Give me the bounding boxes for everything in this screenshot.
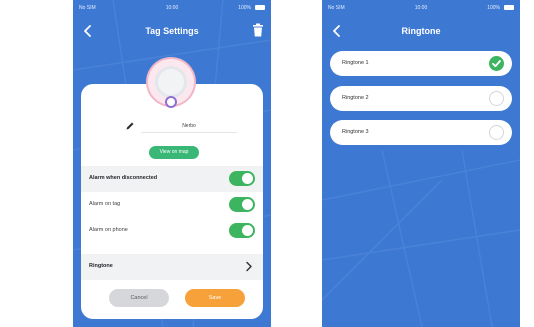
chevron-right-icon <box>246 261 252 272</box>
battery-icon <box>504 5 514 10</box>
alarm-on-phone-toggle[interactable] <box>229 223 255 238</box>
checkmark-icon <box>492 60 501 68</box>
setting-label: Alarm when disconnected <box>89 175 158 181</box>
tag-settings-screen: No SIM 10:00 100% Tag Settings Nerbo Vie… <box>73 0 271 327</box>
trash-icon[interactable] <box>252 23 264 37</box>
page-title: Ringtone <box>401 26 441 36</box>
map-background <box>322 149 520 327</box>
status-bar: No SIM 10:00 100% <box>328 3 514 13</box>
toggle-knob <box>242 199 253 210</box>
clock-text: 10:00 <box>165 5 179 11</box>
status-bar: No SIM 10:00 100% <box>79 3 265 13</box>
page-title: Tag Settings <box>145 26 199 36</box>
unselected-radio[interactable] <box>489 125 504 140</box>
unselected-radio[interactable] <box>489 91 504 106</box>
ringtone-option-label: Ringtone 3 <box>342 129 369 135</box>
ringtone-option-label: Ringtone 1 <box>342 60 369 66</box>
battery-icon <box>255 5 265 10</box>
cancel-button[interactable]: Cancel <box>109 289 169 307</box>
nav-bar: Tag Settings <box>73 18 271 46</box>
setting-label: Alarm on phone <box>89 227 128 233</box>
setting-row-alarm-tag: Alarm on tag <box>81 192 263 218</box>
selected-radio[interactable] <box>489 56 504 71</box>
tag-name-row: Nerbo <box>125 120 237 134</box>
tag-avatar <box>148 59 194 106</box>
setting-label: Alarm on tag <box>89 201 121 207</box>
tag-device-image <box>155 66 187 98</box>
ringtone-option-2[interactable]: Ringtone 2 <box>330 86 512 111</box>
ringtone-row-label: Ringtone <box>89 263 113 269</box>
view-on-map-button[interactable]: View on map <box>149 146 199 159</box>
toggle-knob <box>242 225 253 236</box>
alarm-disconnected-toggle[interactable] <box>229 171 255 186</box>
battery-percent: 100% <box>238 5 251 11</box>
setting-row-alarm-disconnected: Alarm when disconnected <box>81 166 263 192</box>
ringtone-option-label: Ringtone 2 <box>342 95 369 101</box>
nav-bar: Ringtone <box>322 18 520 46</box>
pencil-icon[interactable] <box>125 121 135 131</box>
clock-text: 10:00 <box>414 5 428 11</box>
tag-name-input[interactable]: Nerbo <box>141 120 237 133</box>
ringtone-row[interactable]: Ringtone <box>81 254 263 280</box>
ringtone-screen: No SIM 10:00 100% Ringtone Ringtone 1 Ri… <box>322 0 520 327</box>
alarm-on-tag-toggle[interactable] <box>229 197 255 212</box>
settings-card: Nerbo View on map Alarm when disconnecte… <box>81 84 263 319</box>
ringtone-option-3[interactable]: Ringtone 3 <box>330 120 512 145</box>
tag-status-dot <box>167 98 175 106</box>
battery-percent: 100% <box>487 5 500 11</box>
setting-row-alarm-phone: Alarm on phone <box>81 218 263 244</box>
save-button[interactable]: Save <box>185 289 245 307</box>
ringtone-option-1[interactable]: Ringtone 1 <box>330 51 512 76</box>
toggle-knob <box>242 173 253 184</box>
